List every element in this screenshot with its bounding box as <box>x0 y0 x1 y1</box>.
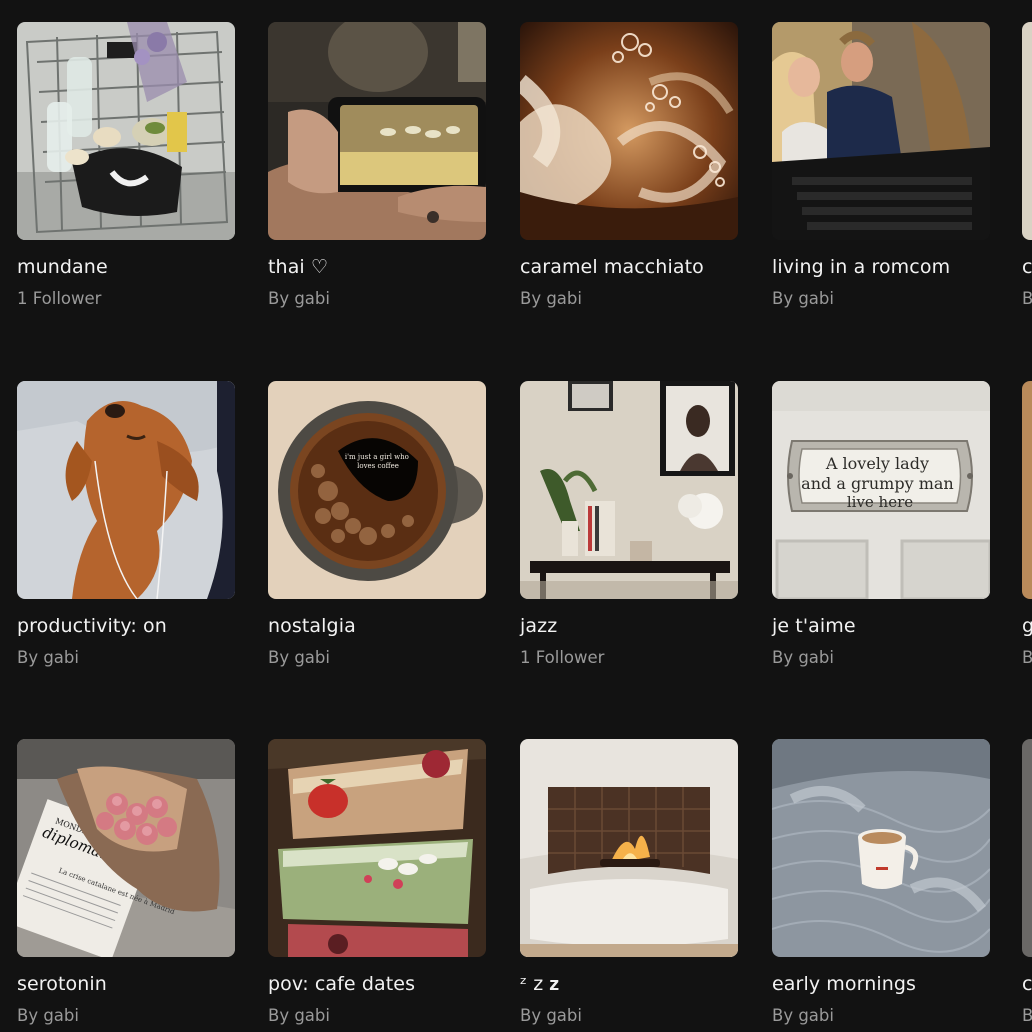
board-title[interactable]: g <box>1022 614 1032 638</box>
cake-slices-photo <box>268 739 486 957</box>
board-cover-image[interactable] <box>520 739 738 957</box>
partial-cover <box>1022 739 1032 957</box>
board-title[interactable]: nostalgia <box>268 614 486 638</box>
puppy-headphones-photo <box>17 381 235 599</box>
interior-shelf-photo <box>520 381 738 599</box>
board-card-serotonin[interactable]: MONDE diplomatique La crise catalane est… <box>17 739 235 1027</box>
board-cover-image[interactable]: i'm just a girl who loves coffee <box>268 381 486 599</box>
board-author: By gabi <box>520 1006 582 1025</box>
board-title[interactable]: thai ♡ <box>268 255 486 279</box>
board-card-mundane[interactable]: mundane 1 Follower <box>17 22 235 310</box>
board-title[interactable]: living in a romcom <box>772 255 990 279</box>
board-card-living-in-a-romcom[interactable]: living in a romcom By gabi <box>772 22 990 310</box>
partial-cover <box>1022 22 1032 240</box>
board-author: By gabi <box>17 1006 79 1025</box>
board-title[interactable]: serotonin <box>17 972 235 996</box>
board-title[interactable]: c <box>1022 972 1032 996</box>
coffee-cup-photo: i'm just a girl who loves coffee <box>268 381 486 599</box>
coffee-in-bed-photo <box>772 739 990 957</box>
fireplace-photo <box>520 739 738 957</box>
board-follower-count: 1 Follower <box>520 648 605 667</box>
board-cover-image[interactable] <box>520 22 738 240</box>
board-cover-image[interactable] <box>268 739 486 957</box>
board-cover-image[interactable]: A lovely lady and a grumpy man live here <box>772 381 990 599</box>
board-author: By gabi <box>268 289 330 308</box>
flowers-newspaper-photo: MONDE diplomatique La crise catalane est… <box>17 739 235 957</box>
board-title[interactable]: ᶻ z 𝐳 <box>520 972 738 996</box>
board-card-zzz[interactable]: ᶻ z 𝐳 By gabi <box>520 739 738 1027</box>
board-card-caramel-macchiato[interactable]: caramel macchiato By gabi <box>520 22 738 310</box>
board-author: By gabi <box>17 648 79 667</box>
board-title[interactable]: jazz <box>520 614 738 638</box>
board-follower-count: 1 Follower <box>17 289 102 308</box>
board-author: By gabi <box>772 1006 834 1025</box>
board-card-pov-cafe-dates[interactable]: pov: cafe dates By gabi <box>268 739 486 1027</box>
board-card-partial-1[interactable]: c B <box>1022 22 1032 310</box>
board-cover-image[interactable] <box>1022 739 1032 957</box>
coffee-swirl-photo <box>520 22 738 240</box>
board-author: By gabi <box>520 289 582 308</box>
board-author: B <box>1022 1006 1032 1025</box>
board-card-thai[interactable]: thai ♡ By gabi <box>268 22 486 310</box>
board-title[interactable]: early mornings <box>772 972 990 996</box>
board-cover-image[interactable] <box>1022 381 1032 599</box>
board-card-productivity-on[interactable]: productivity: on By gabi <box>17 381 235 669</box>
board-card-partial-3[interactable]: c B <box>1022 739 1032 1027</box>
board-card-jazz[interactable]: jazz 1 Follower <box>520 381 738 669</box>
board-title[interactable]: productivity: on <box>17 614 235 638</box>
board-cover-image[interactable]: MONDE diplomatique La crise catalane est… <box>17 739 235 957</box>
board-cover-image[interactable] <box>268 22 486 240</box>
laptop-movie-photo <box>772 22 990 240</box>
partial-cover <box>1022 381 1032 599</box>
board-cover-image[interactable] <box>17 381 235 599</box>
board-title[interactable]: c <box>1022 255 1032 279</box>
board-cover-image[interactable] <box>520 381 738 599</box>
board-cover-image[interactable] <box>1022 22 1032 240</box>
door-plaque-photo: A lovely lady and a grumpy man live here <box>772 381 990 599</box>
board-title[interactable]: je t'aime <box>772 614 990 638</box>
board-cover-image[interactable] <box>772 22 990 240</box>
board-author: By gabi <box>268 648 330 667</box>
board-author: B <box>1022 648 1032 667</box>
shopping-cart-photo <box>17 22 235 240</box>
board-card-je-taime[interactable]: A lovely lady and a grumpy man live here… <box>772 381 990 669</box>
board-author: By gabi <box>772 648 834 667</box>
board-cover-image[interactable] <box>772 739 990 957</box>
board-card-nostalgia[interactable]: i'm just a girl who loves coffee nostalg… <box>268 381 486 669</box>
board-card-early-mornings[interactable]: early mornings By gabi <box>772 739 990 1027</box>
board-title[interactable]: pov: cafe dates <box>268 972 486 996</box>
board-cover-image[interactable] <box>17 22 235 240</box>
board-card-partial-2[interactable]: g B <box>1022 381 1032 669</box>
board-title[interactable]: caramel macchiato <box>520 255 738 279</box>
board-grid: mundane 1 Follower thai ♡ By gabi carame… <box>0 0 1032 1032</box>
board-author: B <box>1022 289 1032 308</box>
board-author: By gabi <box>772 289 834 308</box>
board-author: By gabi <box>268 1006 330 1025</box>
phone-photo-restaurant <box>268 22 486 240</box>
board-title[interactable]: mundane <box>17 255 235 279</box>
